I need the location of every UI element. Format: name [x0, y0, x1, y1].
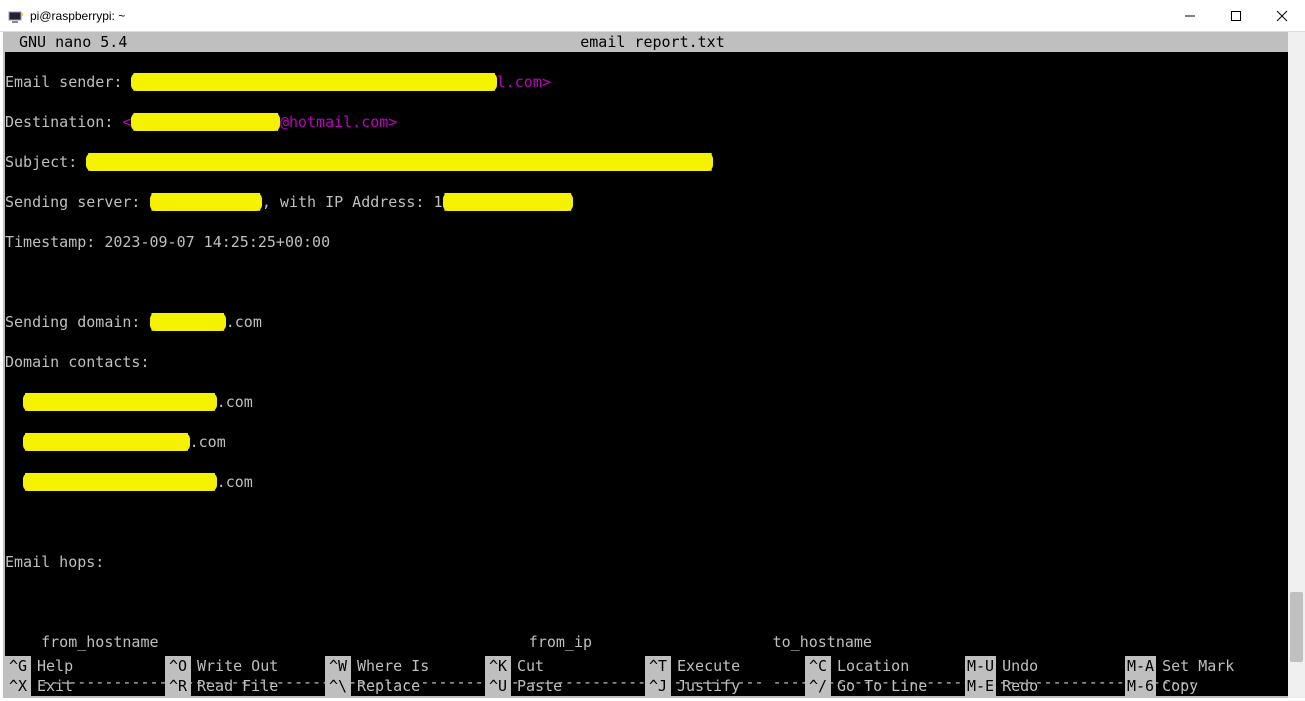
file-content: Email sender: ██████████████████████████… — [5, 52, 1300, 698]
shortcut-whereis: ^WWhere Is — [325, 656, 485, 676]
shortcut-execute: ^TExecute — [645, 656, 805, 676]
putty-icon — [8, 8, 24, 24]
shortcut-readfile: ^RRead File — [165, 676, 325, 696]
titlebar[interactable]: pi@raspberrypi: ~ — [0, 0, 1305, 32]
nano-shortcuts: ^GHelp ^OWrite Out ^WWhere Is ^KCut ^TEx… — [5, 656, 1300, 696]
shortcut-replace: ^\Replace — [325, 676, 485, 696]
shortcut-redo: M-ERedo — [965, 676, 1125, 696]
table-header: from_hostname from_ip to_hostname — [5, 632, 1300, 652]
minimize-button[interactable] — [1167, 0, 1213, 32]
close-button[interactable] — [1259, 0, 1305, 32]
shortcut-cut: ^KCut — [485, 656, 645, 676]
shortcut-exit: ^XExit — [5, 676, 165, 696]
shortcut-setmark: M-ASet Mark — [1125, 656, 1285, 676]
shortcut-gotoline: ^/Go To Line — [805, 676, 965, 696]
putty-window: pi@raspberrypi: ~ GNU nano 5.4 email rep… — [0, 0, 1305, 701]
shortcut-undo: M-UUndo — [965, 656, 1125, 676]
nano-header: GNU nano 5.4 email report.txt — [5, 32, 1300, 52]
shortcut-paste: ^UPaste — [485, 676, 645, 696]
terminal-area[interactable]: GNU nano 5.4 email report.txt Email send… — [3, 32, 1302, 698]
window-scrollbar[interactable] — [1288, 32, 1305, 698]
shortcut-justify: ^JJustify — [645, 676, 805, 696]
shortcut-location: ^CLocation — [805, 656, 965, 676]
shortcut-copy: M-6Copy — [1125, 676, 1285, 696]
maximize-button[interactable] — [1213, 0, 1259, 32]
shortcut-help: ^GHelp — [5, 656, 165, 676]
scrollbar-thumb[interactable] — [1290, 592, 1303, 662]
shortcut-writeout: ^OWrite Out — [165, 656, 325, 676]
window-title: pi@raspberrypi: ~ — [30, 9, 125, 23]
nano-app-name: GNU nano 5.4 — [7, 32, 127, 52]
nano-filename: email report.txt — [580, 32, 725, 52]
